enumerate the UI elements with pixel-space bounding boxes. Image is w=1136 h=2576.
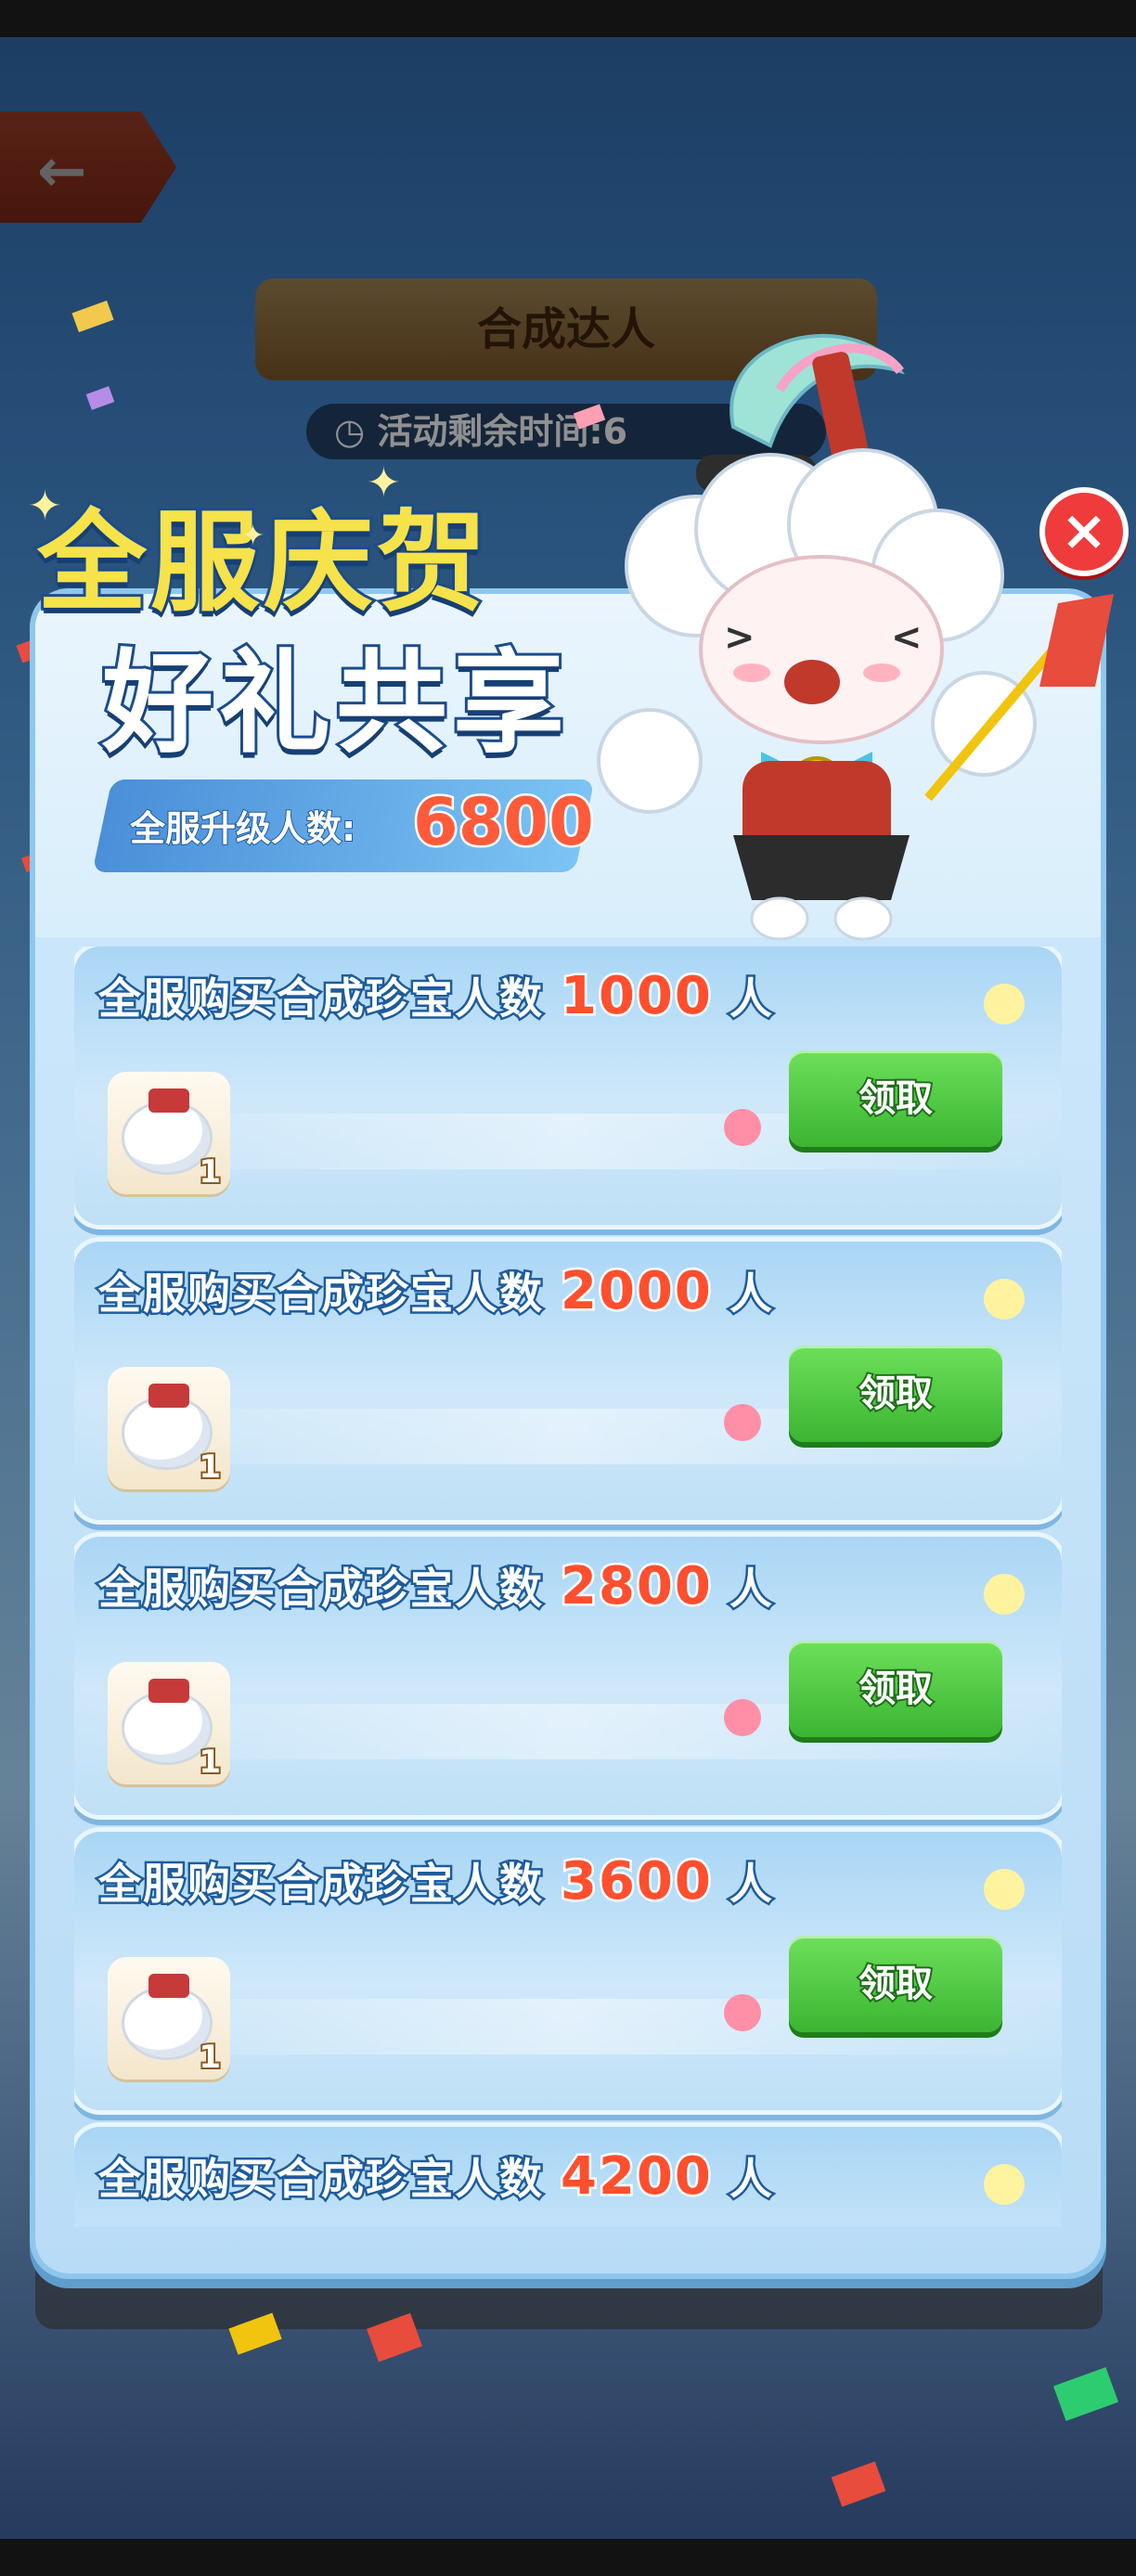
reward-hat-detail <box>148 1384 189 1408</box>
task-prefix: 全服购买合成珍宝人数 <box>97 2152 545 2207</box>
mascot-illustration: > < <box>597 333 1114 941</box>
task-suffix: 人 <box>727 1267 774 1321</box>
sheep-reward-icon <box>124 1694 210 1762</box>
decor-bubble <box>724 1404 761 1441</box>
decor-bubble <box>984 984 1025 1024</box>
game-screen: ← 合成达人 ◷ 活动剩余时间:6 全服庆贺 好礼共享 ✦ ✦ ✦ 全服升级人数… <box>0 37 1136 2539</box>
task-suffix: 人 <box>727 1562 774 1616</box>
close-icon: × <box>1060 498 1108 563</box>
sparkle-icon: ✦ <box>241 520 265 552</box>
decor-bubble <box>984 1279 1025 1320</box>
close-button[interactable]: × <box>1039 487 1129 576</box>
decor-bubble <box>984 1574 1025 1615</box>
task-suffix: 人 <box>727 1857 774 1912</box>
decor-bubble <box>724 1109 761 1146</box>
sparkle-icon: ✦ <box>367 459 401 507</box>
task-title: 全服购买合成珍宝人数 4200 人 <box>97 2145 775 2209</box>
reward-quantity: 1 <box>197 1447 223 1488</box>
server-count-value: 6800 <box>411 782 597 863</box>
reward-item[interactable]: 1 <box>108 1662 230 1784</box>
task-prefix: 全服购买合成珍宝人数 <box>97 1562 545 1616</box>
task-prefix: 全服购买合成珍宝人数 <box>97 1267 545 1321</box>
task-card: 全服购买合成珍宝人数 3600 人 1 领取 <box>74 1832 1062 2110</box>
task-title: 全服购买合成珍宝人数 2800 人 <box>97 1554 775 1619</box>
reward-quantity: 1 <box>197 2037 223 2078</box>
claim-button[interactable]: 领取 <box>789 1641 1002 1737</box>
server-count-label: 全服升级人数: <box>129 807 356 850</box>
sparkle-icon: ✦ <box>28 483 62 530</box>
task-prefix: 全服购买合成珍宝人数 <box>97 972 545 1026</box>
svg-text:<: < <box>891 616 923 659</box>
status-bar <box>0 0 1136 37</box>
task-list[interactable]: 全服购买合成珍宝人数 1000 人 1 领取 全服购买合成珍宝人数 2000 人 1 领… <box>74 947 1062 2227</box>
claim-button[interactable]: 领取 <box>789 1346 1002 1442</box>
reward-item[interactable]: 1 <box>108 1957 230 2080</box>
task-target: 3600 <box>559 1849 714 1914</box>
task-card: 全服购买合成珍宝人数 2800 人 1 领取 <box>74 1537 1062 1815</box>
banner-title-line1: 全服庆贺 <box>34 496 491 629</box>
reward-quantity: 1 <box>197 1152 223 1192</box>
task-card: 全服购买合成珍宝人数 2000 人 1 领取 <box>74 1242 1062 1520</box>
task-target: 1000 <box>559 964 714 1029</box>
task-target: 4200 <box>559 2145 714 2209</box>
task-title: 全服购买合成珍宝人数 3600 人 <box>97 1849 775 1914</box>
sheep-reward-icon <box>124 1989 210 2057</box>
task-suffix: 人 <box>727 972 774 1026</box>
reward-hat-detail <box>148 1679 189 1703</box>
reward-item[interactable]: 1 <box>108 1367 230 1489</box>
task-target: 2800 <box>559 1554 714 1619</box>
decor-bubble <box>724 1994 761 2031</box>
task-title: 全服购买合成珍宝人数 1000 人 <box>97 964 775 1029</box>
task-target: 2000 <box>559 1259 714 1324</box>
decor-bubble <box>984 2164 1025 2205</box>
sheep-reward-icon <box>124 1398 210 1467</box>
sheep-reward-icon <box>124 1103 210 1172</box>
task-card: 全服购买合成珍宝人数 1000 人 1 领取 <box>74 947 1062 1225</box>
reward-item[interactable]: 1 <box>108 1072 230 1194</box>
reward-quantity: 1 <box>197 1742 223 1783</box>
mascot-character: > < <box>594 316 1114 947</box>
decor-bubble <box>984 1869 1025 1910</box>
claim-button[interactable]: 领取 <box>789 1050 1002 1147</box>
svg-text:>: > <box>724 616 755 659</box>
reward-hat-detail <box>148 1088 189 1113</box>
task-suffix: 人 <box>727 2152 774 2207</box>
banner-title-line2: 好礼共享 <box>99 637 570 771</box>
task-title: 全服购买合成珍宝人数 2000 人 <box>97 1259 775 1324</box>
task-card: 全服购买合成珍宝人数 4200 人 <box>74 2127 1062 2227</box>
reward-hat-detail <box>148 1974 189 1998</box>
claim-button[interactable]: 领取 <box>789 1936 1002 2032</box>
decor-bubble <box>724 1699 761 1736</box>
navigation-bar <box>0 2539 1136 2576</box>
task-prefix: 全服购买合成珍宝人数 <box>97 1857 545 1912</box>
